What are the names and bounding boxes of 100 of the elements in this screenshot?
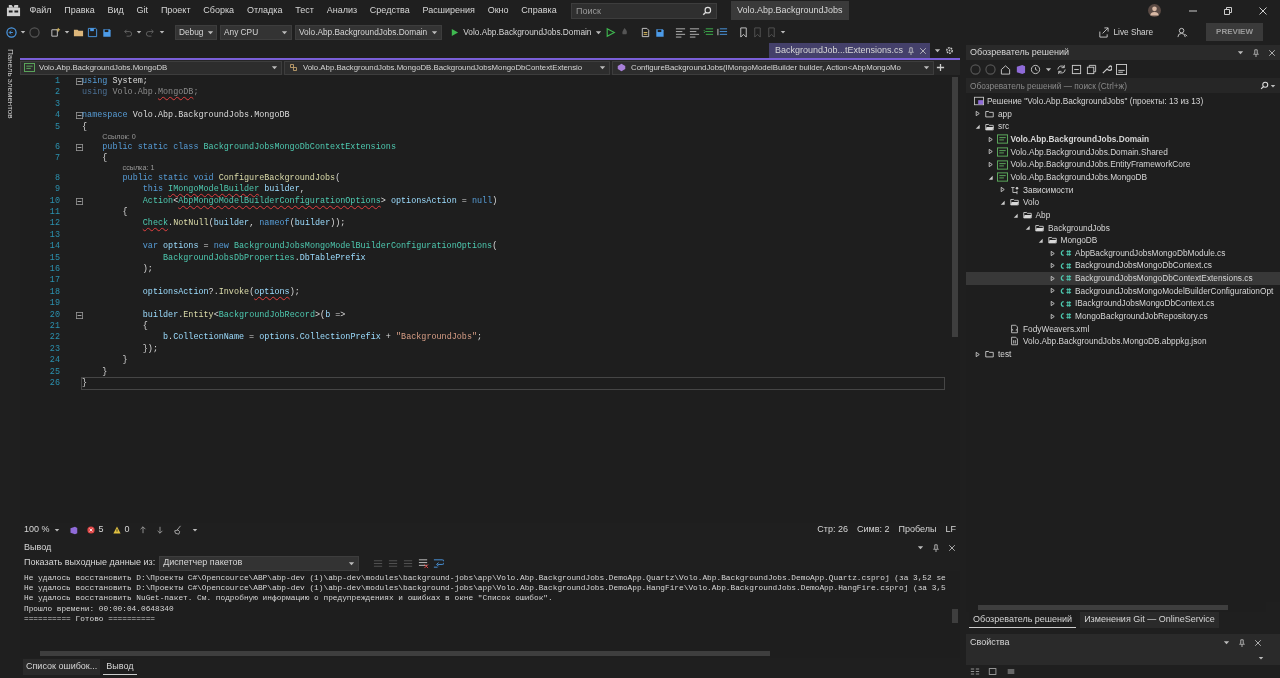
scrollbar-thumb[interactable] <box>952 77 958 337</box>
document-icon[interactable] <box>640 26 652 38</box>
save-icon[interactable] <box>87 26 98 38</box>
close-icon[interactable] <box>919 46 927 55</box>
collapsed-arrow-icon[interactable] <box>986 148 994 156</box>
scrollbar-thumb[interactable] <box>978 604 1228 610</box>
collapsed-arrow-icon[interactable] <box>974 110 981 118</box>
history-icon[interactable] <box>1030 63 1041 75</box>
run-without-debugging-icon[interactable] <box>605 26 617 38</box>
collapsed-arrow-icon[interactable] <box>974 350 981 358</box>
scrollbar-thumb[interactable] <box>952 609 958 623</box>
new-project-icon[interactable] <box>50 26 61 38</box>
caret-icon[interactable] <box>20 29 26 35</box>
broom-icon[interactable] <box>172 525 183 535</box>
tree-item[interactable]: BackgroundJobs <box>966 221 1280 235</box>
wrench-icon[interactable] <box>1101 63 1112 75</box>
caret-icon[interactable] <box>191 527 198 533</box>
sync-icon[interactable] <box>1056 63 1067 75</box>
collapsed-arrow-icon[interactable] <box>1049 274 1056 282</box>
solution-search-field[interactable]: Обозреватель решений — поиск (Ctrl+ж) <box>966 78 1280 93</box>
caret-icon[interactable] <box>934 47 941 54</box>
close-icon[interactable] <box>1268 48 1276 57</box>
menu-item[interactable]: Правка <box>57 0 102 21</box>
errors-indicator[interactable]: 5 <box>86 523 104 537</box>
menu-item[interactable]: Окно <box>481 0 515 21</box>
clear-all-icon[interactable] <box>418 557 430 569</box>
avatar-icon[interactable] <box>1148 4 1161 17</box>
menu-item[interactable]: Справка <box>514 0 564 21</box>
tree-item[interactable]: Volo.Abp.BackgroundJobs.Domain <box>966 132 1280 146</box>
tree-item[interactable]: Volo.Abp.BackgroundJobs.MongoDB <box>966 170 1280 184</box>
add-icon[interactable] <box>936 63 945 72</box>
alphabetical-icon[interactable] <box>988 667 998 676</box>
settings-icon[interactable] <box>945 46 954 55</box>
caret-icon[interactable] <box>780 29 787 35</box>
menu-item[interactable]: Анализ <box>320 0 364 21</box>
tree-item[interactable]: Volo.Abp.BackgroundJobs.Domain.Shared <box>966 145 1280 159</box>
caret-icon[interactable] <box>1237 49 1244 56</box>
menu-item[interactable]: Расширения <box>416 0 482 21</box>
live-share-button[interactable]: Live Share <box>1098 25 1154 39</box>
expanded-arrow-icon[interactable] <box>974 123 981 131</box>
back-icon[interactable] <box>6 26 17 38</box>
menu-item[interactable]: Тест <box>288 0 321 21</box>
caret-icon[interactable] <box>136 29 142 35</box>
caret-icon[interactable] <box>64 29 70 35</box>
categorized-icon[interactable] <box>970 667 980 676</box>
panel-tab[interactable]: Изменения Git — OnlineService <box>1080 612 1219 628</box>
collapsed-arrow-icon[interactable] <box>1049 262 1056 270</box>
bookmark-icon[interactable] <box>738 26 750 38</box>
collapsed-arrow-icon[interactable] <box>1049 312 1056 320</box>
preview-icon[interactable] <box>1116 63 1127 75</box>
zoom-dropdown[interactable]: 100 % <box>24 523 60 537</box>
menu-item[interactable]: Git <box>130 0 155 21</box>
menu-item[interactable]: Средства <box>363 0 417 21</box>
menu-item[interactable]: Сборка <box>196 0 241 21</box>
collapsed-arrow-icon[interactable] <box>1049 300 1056 308</box>
expanded-arrow-icon[interactable] <box>986 173 994 181</box>
tree-item[interactable]: BackgroundJobsMongoDbContextExtensions.cs <box>966 271 1280 285</box>
up-arrow-icon[interactable] <box>138 526 147 534</box>
caret-icon[interactable] <box>917 544 924 551</box>
pin-icon[interactable] <box>1252 48 1260 57</box>
maximize-icon[interactable] <box>1222 5 1233 16</box>
tree-item[interactable]: Volo <box>966 196 1280 209</box>
expanded-arrow-icon[interactable] <box>1036 236 1044 244</box>
search-icon[interactable] <box>1260 81 1269 90</box>
caret-icon[interactable] <box>1223 639 1230 646</box>
toolbox-tab[interactable]: Панель элементов <box>4 49 16 119</box>
tree-item[interactable]: Abp <box>966 208 1280 222</box>
caret-icon[interactable] <box>1045 65 1052 73</box>
tree-item[interactable]: Зависимости <box>966 183 1280 197</box>
indent-mode[interactable]: Пробелы <box>898 523 937 537</box>
search-field[interactable]: Поиск <box>571 2 718 19</box>
collapsed-arrow-icon[interactable] <box>986 135 994 143</box>
tree-item[interactable]: MongoDB <box>966 234 1280 247</box>
save-icon[interactable] <box>654 26 666 38</box>
collapsed-arrow-icon[interactable] <box>1049 287 1056 295</box>
warnings-indicator[interactable]: 0 <box>112 523 130 537</box>
tree-item[interactable]: Решение "Volo.Abp.BackgroundJobs" (проекты: 13 из 13) <box>966 95 1280 108</box>
collapsed-arrow-icon[interactable] <box>1049 249 1056 257</box>
collapse-icon[interactable] <box>76 78 83 86</box>
collapse-icon[interactable] <box>76 143 83 151</box>
caret-icon[interactable] <box>159 29 165 35</box>
collapsed-arrow-icon[interactable] <box>986 161 994 168</box>
tree-item[interactable]: FodyWeavers.xml <box>966 322 1280 336</box>
tree-item[interactable]: test <box>966 347 1280 361</box>
configuration-dropdown[interactable]: Debug <box>175 24 217 40</box>
comment-icon[interactable] <box>717 26 729 38</box>
tree-item[interactable]: AbpBackgroundJobsMongoDbModule.cs <box>966 246 1280 260</box>
run-button[interactable]: Volo.Abp.BackgroundJobs.Domain <box>450 25 603 39</box>
platform-dropdown[interactable]: Any CPU <box>220 24 292 40</box>
caret-icon[interactable] <box>1258 655 1264 661</box>
scrollbar-thumb[interactable] <box>40 650 770 656</box>
tree-item[interactable]: Volo.Abp.BackgroundJobs.EntityFrameworkCore <box>966 158 1280 171</box>
tree-item[interactable]: src <box>966 120 1280 133</box>
lines-icon[interactable] <box>675 26 687 38</box>
collapsed-arrow-icon[interactable] <box>999 186 1006 194</box>
close-icon[interactable] <box>948 543 956 552</box>
caret-icon[interactable] <box>1270 82 1276 89</box>
collapse-icon[interactable] <box>76 197 83 205</box>
save-all-icon[interactable] <box>101 26 112 38</box>
pin-icon[interactable] <box>932 543 940 552</box>
